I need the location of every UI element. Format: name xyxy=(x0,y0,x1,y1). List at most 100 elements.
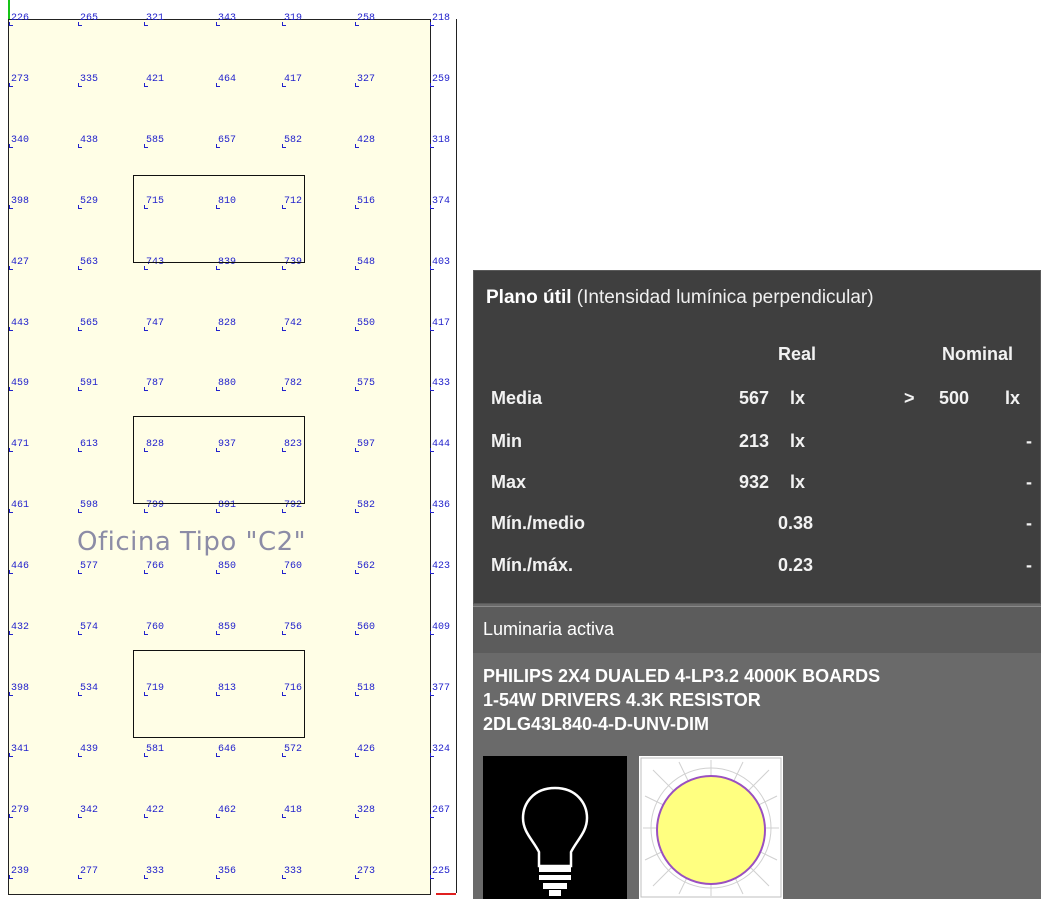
illuminance-value: 333 xyxy=(143,866,165,879)
illuminance-value: 273 xyxy=(354,866,376,879)
illuminance-value: 859 xyxy=(215,622,237,635)
luminaire-name-line: 2DLG43L840-4-D-UNV-DIM xyxy=(483,714,710,734)
illuminance-value: 581 xyxy=(143,744,165,757)
active-luminaire-header[interactable]: Luminaria activa xyxy=(473,606,1041,653)
illuminance-value: 585 xyxy=(143,135,165,148)
illuminance-value: 598 xyxy=(77,500,99,513)
illuminance-value: 657 xyxy=(215,135,237,148)
max-real-value: 932 xyxy=(739,472,770,492)
illuminance-value: 760 xyxy=(281,561,303,574)
illuminance-value: 760 xyxy=(143,622,165,635)
illuminance-value: 423 xyxy=(429,561,451,574)
illuminance-value: 267 xyxy=(429,805,451,818)
illuminance-value: 534 xyxy=(77,683,99,696)
media-nominal-unit: lx xyxy=(1005,388,1021,408)
room-title: Oficina Tipo "C2" xyxy=(77,527,307,557)
min-real-unit: lx xyxy=(790,431,806,451)
illuminance-value: 225 xyxy=(429,866,451,879)
illuminance-value: 226 xyxy=(8,13,30,26)
illuminance-value: 218 xyxy=(429,13,451,26)
illuminance-value: 462 xyxy=(215,805,237,818)
illuminance-value: 574 xyxy=(77,622,99,635)
min-medio-real-value: 0.38 xyxy=(778,513,814,533)
active-luminaire-label: Luminaria activa xyxy=(483,619,615,639)
illuminance-value: 529 xyxy=(77,196,99,209)
illuminance-value: 328 xyxy=(354,805,376,818)
illuminance-value: 438 xyxy=(77,135,99,148)
illuminance-value: 327 xyxy=(354,74,376,87)
illuminance-value: 577 xyxy=(77,561,99,574)
illuminance-value: 428 xyxy=(354,135,376,148)
illuminance-value: 277 xyxy=(77,866,99,879)
max-nominal-value: - xyxy=(1026,472,1032,492)
illuminance-value: 575 xyxy=(354,378,376,391)
min-max-nominal-value: - xyxy=(1026,555,1032,575)
illuminance-value: 550 xyxy=(354,318,376,331)
illuminance-value: 319 xyxy=(281,13,303,26)
light-bulb-icon[interactable] xyxy=(483,756,627,899)
column-header-real: Real xyxy=(778,344,817,364)
luminaire-2[interactable] xyxy=(133,416,305,504)
results-title: Plano útil (Intensidad lumínica perpendi… xyxy=(486,287,874,309)
illuminance-value: 321 xyxy=(143,13,165,26)
illuminance-value: 426 xyxy=(354,744,376,757)
luminaire-1[interactable] xyxy=(133,175,305,263)
illuminance-value: 518 xyxy=(354,683,376,696)
media-comparator: > xyxy=(904,388,915,408)
illuminance-value: 418 xyxy=(281,805,303,818)
illuminance-value: 560 xyxy=(354,622,376,635)
illuminance-value: 646 xyxy=(215,744,237,757)
illuminance-value: 446 xyxy=(8,561,30,574)
illuminance-value: 335 xyxy=(77,74,99,87)
min-real-value: 213 xyxy=(739,431,770,451)
origin-marker xyxy=(8,0,10,19)
results-section: Plano útil (Intensidad lumínica perpendi… xyxy=(473,270,1041,604)
luminaire-3[interactable] xyxy=(133,650,305,738)
row-label-min-max: Mín./máx. xyxy=(491,555,574,575)
illuminance-value: 582 xyxy=(281,135,303,148)
illuminance-value: 597 xyxy=(354,439,376,452)
illuminance-value: 409 xyxy=(429,622,451,635)
illuminance-value: 464 xyxy=(215,74,237,87)
illuminance-value: 444 xyxy=(429,439,451,452)
illuminance-value: 582 xyxy=(354,500,376,513)
illuminance-value: 443 xyxy=(8,318,30,331)
illuminance-value: 341 xyxy=(8,744,30,757)
light-distribution-icon-graphic xyxy=(640,757,782,898)
illuminance-value: 747 xyxy=(143,318,165,331)
info-panel: Plano útil (Intensidad lumínica perpendi… xyxy=(473,270,1041,899)
light-bulb-icon-graphic xyxy=(521,786,589,896)
illuminance-value: 880 xyxy=(215,378,237,391)
illuminance-value: 259 xyxy=(429,74,451,87)
illuminance-value: 417 xyxy=(281,74,303,87)
row-label-min: Min xyxy=(491,431,522,451)
illuminance-value: 377 xyxy=(429,683,451,696)
illuminance-value: 422 xyxy=(143,805,165,818)
luminaire-name-line: PHILIPS 2X4 DUALED 4-LP3.2 4000K BOARDS xyxy=(483,666,881,686)
illuminance-value: 398 xyxy=(8,196,30,209)
media-real-value: 567 xyxy=(739,388,770,408)
row-label-media: Media xyxy=(491,388,543,408)
illuminance-value: 591 xyxy=(77,378,99,391)
results-title-main: Plano útil xyxy=(486,287,572,308)
illuminance-value: 417 xyxy=(429,318,451,331)
row-label-min-medio: Mín./medio xyxy=(491,513,585,533)
illuminance-value: 427 xyxy=(8,257,30,270)
media-nominal-value: 500 xyxy=(939,388,970,408)
max-real-unit: lx xyxy=(790,472,806,492)
illuminance-value: 471 xyxy=(8,439,30,452)
illuminance-value: 516 xyxy=(354,196,376,209)
illuminance-value: 340 xyxy=(8,135,30,148)
illuminance-value: 572 xyxy=(281,744,303,757)
min-nominal-value: - xyxy=(1026,431,1032,451)
illuminance-value: 279 xyxy=(8,805,30,818)
illuminance-value: 850 xyxy=(215,561,237,574)
light-distribution-icon[interactable] xyxy=(639,756,783,899)
illuminance-value: 756 xyxy=(281,622,303,635)
row-label-max: Max xyxy=(491,472,527,492)
media-real-unit: lx xyxy=(790,388,806,408)
illuminance-value: 613 xyxy=(77,439,99,452)
min-medio-nominal-value: - xyxy=(1026,513,1032,533)
illuminance-value: 766 xyxy=(143,561,165,574)
illuminance-value: 742 xyxy=(281,318,303,331)
